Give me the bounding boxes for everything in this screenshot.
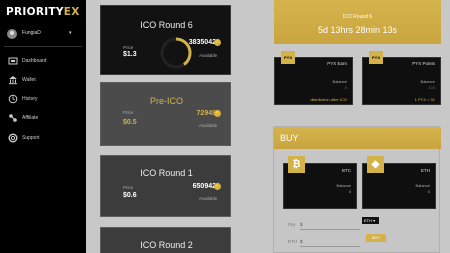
balance-value: 0 (344, 85, 347, 90)
buy-header: BUY (274, 127, 441, 149)
price-label: Price (123, 45, 134, 50)
eth-field-label: ETH (288, 239, 297, 244)
nav-item-wallet[interactable]: Wallet (0, 73, 86, 87)
nav-label: Affiliate (22, 115, 39, 121)
btc-card[interactable]: ₿ BTC Balance 0 (283, 156, 357, 209)
nav-label: Dashboard (22, 58, 47, 64)
price-value: $0.6 (123, 192, 137, 199)
buy-title: BUY (280, 133, 299, 143)
pyx-field-label: Pyx (288, 222, 296, 227)
logo-accent: EX (63, 6, 80, 18)
field-underline (300, 246, 360, 247)
buy-panel: BUY ₿ BTC Balance 0 ◆ ETH Balance 0 Pyx … (273, 126, 441, 253)
coin-name: ETH (421, 168, 430, 173)
round-card-pre-ico[interactable]: Pre-ICO Price $0.5 72949 ⚡ Available (100, 82, 231, 146)
pyx-points-card[interactable]: PYX PYX Points Balance 100 1 PYX = 31 (362, 51, 441, 105)
nav-item-dashboard[interactable]: Dashboard (0, 54, 86, 68)
chevron-down-icon[interactable]: ▾ (69, 30, 72, 36)
currency-select[interactable]: ETH ▾ (362, 217, 379, 224)
nav-label: Wallet (22, 77, 36, 83)
countdown-label: ICO Round 6 (342, 14, 373, 20)
available-value: 650942 (192, 183, 216, 190)
balance-label: Balance (415, 183, 430, 188)
eth-field-value: $ (300, 239, 303, 244)
nav-item-affiliate[interactable]: Affiliate (0, 111, 86, 125)
round-title: ICO Round 6 (140, 20, 193, 30)
dashboard-icon (8, 57, 18, 65)
balance-label: Balance (336, 183, 351, 188)
available-label: Available (199, 196, 218, 201)
user-menu[interactable]: FungiaD ▾ (0, 27, 86, 43)
affiliate-icon (9, 114, 17, 122)
countdown-value: 5d 13hrs 28min 13s (317, 25, 398, 35)
balance-label: Balance (420, 79, 435, 84)
nav-label: Support (22, 135, 40, 141)
eth-card[interactable]: ◆ ETH Balance 0 (362, 156, 436, 209)
available-label: Available (199, 53, 218, 58)
divider (4, 46, 82, 47)
support-icon (8, 133, 18, 143)
nav-item-support[interactable]: Support (0, 131, 86, 145)
nav-item-history[interactable]: History (0, 92, 86, 106)
price-label: Price (123, 185, 134, 190)
round-card-6[interactable]: ICO Round 6 Price $1.3 3835042 ⚡ Availab… (100, 5, 231, 75)
history-icon (8, 94, 18, 104)
ethereum-icon: ◆ (367, 156, 384, 173)
pyx-tag: PYX (281, 51, 295, 64)
balance-value: 100 (428, 85, 435, 90)
coin-name: BTC (342, 168, 351, 173)
card-note: 1 PYX = 31 (414, 97, 435, 102)
round-title: ICO Round 2 (140, 240, 193, 250)
price-value: $1.3 (123, 51, 137, 58)
avatar (7, 29, 17, 39)
round-card-2[interactable]: ICO Round 2 (100, 227, 231, 253)
pyx-coin-icon: ⚡ (214, 183, 221, 190)
balance-label: Balance (332, 79, 347, 84)
sidebar: PRIORITYEX FungiaD ▾ Dashboard Wallet Hi… (0, 0, 86, 253)
balance-value: 0 (348, 189, 351, 194)
available-label: Available (199, 123, 218, 128)
field-underline (300, 229, 360, 230)
nav-label: History (22, 96, 38, 102)
card-name: PYX Points (412, 61, 435, 66)
pyx-earn-card[interactable]: PYX PYX Earn Balance 0 distribution afte… (274, 51, 353, 105)
pyx-field-value: $ (300, 222, 303, 227)
round-title: Pre-ICO (149, 96, 183, 106)
price-label: Price (123, 110, 134, 115)
pyx-coin-icon: ⚡ (214, 110, 221, 117)
bitcoin-icon: ₿ (288, 156, 305, 173)
logo[interactable]: PRIORITYEX (6, 6, 80, 18)
pyx-coin-icon: ⚡ (214, 39, 221, 46)
pyx-tag: PYX (369, 51, 383, 64)
buy-button[interactable]: BUY (366, 234, 386, 242)
available-value: 3835042 (188, 39, 216, 46)
round-card-1[interactable]: ICO Round 1 Price $0.6 650942 ⚡ Availabl… (100, 155, 231, 217)
round-title: ICO Round 1 (140, 168, 193, 178)
price-value: $0.5 (123, 119, 137, 126)
balance-value: 0 (427, 189, 430, 194)
card-name: PYX Earn (327, 61, 347, 66)
countdown-banner: ICO Round 6 5d 13hrs 28min 13s (274, 0, 441, 44)
card-note: distribution after ICO (310, 97, 347, 102)
logo-main: PRIORITY (6, 6, 64, 18)
user-name: FungiaD (22, 30, 41, 36)
bank-icon (9, 76, 17, 85)
